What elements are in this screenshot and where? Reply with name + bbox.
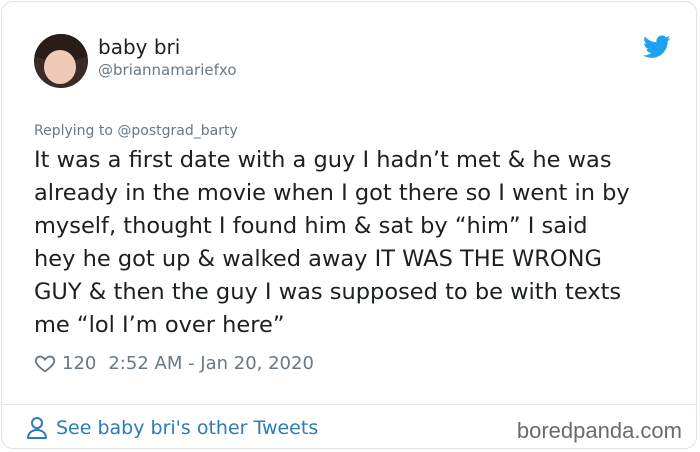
heart-icon[interactable] bbox=[34, 352, 56, 374]
tweet-text: It was a first date with a guy I hadn’t … bbox=[34, 147, 630, 338]
replying-handle-link[interactable]: @postgrad_barty bbox=[117, 123, 237, 139]
user-handle[interactable]: @briannamariefxo bbox=[98, 61, 237, 79]
avatar-face bbox=[44, 50, 76, 84]
see-other-tweets-link[interactable]: See baby bri's other Tweets bbox=[26, 416, 318, 440]
person-icon bbox=[27, 417, 47, 439]
footer-divider bbox=[2, 404, 696, 405]
twitter-bird-icon[interactable] bbox=[643, 35, 671, 59]
see-other-tweets-label[interactable]: See baby bri's other Tweets bbox=[56, 417, 318, 439]
timestamp[interactable]: 2:52 AM - Jan 20, 2020 bbox=[108, 353, 314, 374]
replying-prefix: Replying to bbox=[34, 123, 118, 139]
replying-to: Replying to @postgrad_barty bbox=[34, 123, 238, 139]
watermark: boredpanda.com bbox=[516, 418, 682, 443]
like-count[interactable]: 120 bbox=[62, 353, 96, 374]
tweet-meta: 120 2:52 AM - Jan 20, 2020 bbox=[34, 352, 314, 374]
tweet-card: baby bri @briannamariefxo Replying to @p… bbox=[1, 1, 697, 449]
avatar[interactable] bbox=[34, 34, 88, 88]
display-name[interactable]: baby bri bbox=[98, 35, 180, 59]
